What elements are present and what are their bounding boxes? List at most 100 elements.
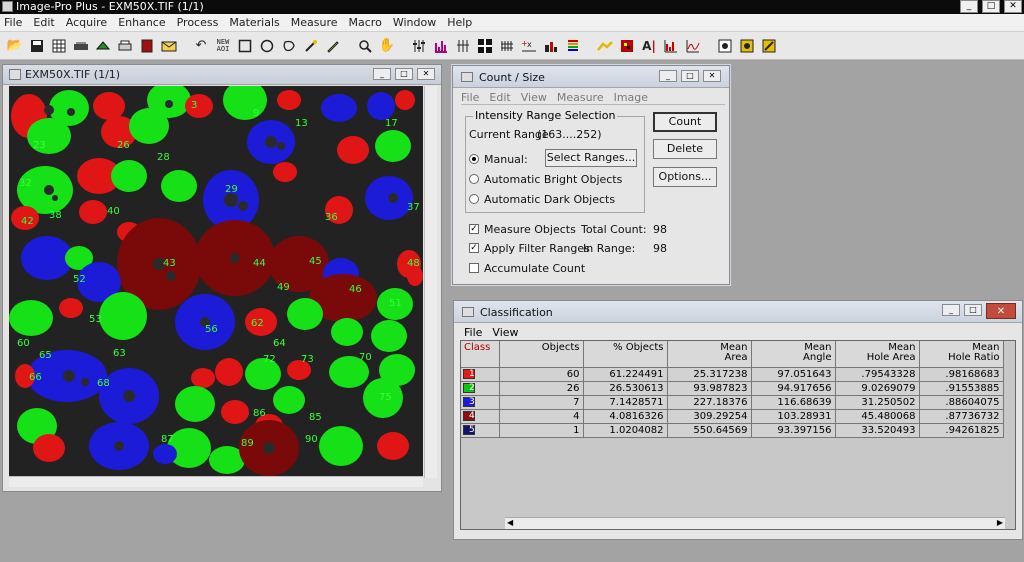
table-cell[interactable]: .94261825 xyxy=(919,423,1004,438)
color-icon[interactable] xyxy=(542,37,560,55)
table-cell[interactable]: .79543328 xyxy=(835,367,920,382)
class-cell[interactable]: 1 xyxy=(461,367,500,382)
class-cell[interactable]: 2 xyxy=(461,381,500,396)
menu-materials[interactable]: Materials xyxy=(229,16,279,29)
header-objects[interactable]: Objects xyxy=(499,341,584,368)
table-cell[interactable]: 7 xyxy=(499,395,584,410)
undo-icon[interactable]: ↶ xyxy=(192,37,210,55)
select-ranges-button[interactable]: Select Ranges... xyxy=(545,149,637,167)
header-mean-area[interactable]: Mean Area xyxy=(667,341,752,368)
classification-table[interactable]: Class Objects % Objects Mean Area Mean A… xyxy=(460,340,1016,530)
table-cell[interactable]: 31.250502 xyxy=(835,395,920,410)
menu-window[interactable]: Window xyxy=(393,16,436,29)
classification-close-button[interactable]: ✕ xyxy=(986,303,1016,319)
table-cell[interactable]: 93.987823 xyxy=(667,381,752,396)
close-button[interactable]: ✕ xyxy=(1004,0,1022,13)
table-cell[interactable]: 7.1428571 xyxy=(583,395,668,410)
rectangle-icon[interactable] xyxy=(236,37,254,55)
classification-horizontal-scrollbar[interactable]: ◀ ▶ xyxy=(505,517,1005,529)
cross-icon[interactable] xyxy=(498,37,516,55)
count-minimize-button[interactable]: _ xyxy=(659,70,677,82)
table-row[interactable]: 5 1 1.0204082 550.64569 93.397156 33.520493.9… xyxy=(461,423,1004,438)
scroll-left-arrow[interactable]: ◀ xyxy=(507,518,513,527)
minimize-button[interactable]: _ xyxy=(960,0,978,13)
table-cell[interactable]: .91553885 xyxy=(919,381,1004,396)
grid-snap-icon[interactable] xyxy=(476,37,494,55)
scanner-icon[interactable] xyxy=(72,37,90,55)
maximize-button[interactable]: □ xyxy=(982,0,1000,13)
bars-icon[interactable] xyxy=(564,37,582,55)
table-cell[interactable]: 26 xyxy=(499,381,584,396)
open-icon[interactable]: 📂 xyxy=(6,37,24,55)
count-icon[interactable] xyxy=(454,37,472,55)
text-icon[interactable]: A| xyxy=(640,37,658,55)
save-icon[interactable] xyxy=(28,37,46,55)
menu-enhance[interactable]: Enhance xyxy=(118,16,165,29)
table-cell[interactable]: 97.051643 xyxy=(751,367,836,382)
table-cell[interactable]: 93.397156 xyxy=(751,423,836,438)
zoom-icon[interactable] xyxy=(356,37,374,55)
table-cell[interactable]: 9.0269079 xyxy=(835,381,920,396)
image-window-titlebar[interactable]: EXM50X.TIF (1/1) _ □ ✕ xyxy=(3,65,441,85)
menu-process[interactable]: Process xyxy=(177,16,219,29)
pen-icon[interactable] xyxy=(324,37,342,55)
histogram-icon[interactable] xyxy=(432,37,450,55)
hand-icon[interactable]: ✋ xyxy=(378,37,396,55)
wave-icon[interactable] xyxy=(684,37,702,55)
magic-wand-icon[interactable] xyxy=(302,37,320,55)
header-mean-hole-ratio[interactable]: Mean Hole Ratio xyxy=(919,341,1004,368)
profile-icon[interactable]: + x xyxy=(520,37,538,55)
macro2-icon[interactable] xyxy=(738,37,756,55)
table-cell[interactable]: 309.29254 xyxy=(667,409,752,424)
table-cell[interactable]: 45.480068 xyxy=(835,409,920,424)
table-cell[interactable]: 227.18376 xyxy=(667,395,752,410)
header-mean-angle[interactable]: Mean Angle xyxy=(751,341,836,368)
table-row[interactable]: 2 26 26.530613 93.987823 94.917656 9.0269079.… xyxy=(461,381,1004,396)
scroll-right-arrow[interactable]: ▶ xyxy=(997,518,1003,527)
irregular-icon[interactable] xyxy=(280,37,298,55)
mail-icon[interactable] xyxy=(160,37,178,55)
dark-objects-radio[interactable] xyxy=(469,194,479,204)
macro1-icon[interactable] xyxy=(716,37,734,55)
table-cell[interactable]: 550.64569 xyxy=(667,423,752,438)
image-minimize-button[interactable]: _ xyxy=(373,68,391,80)
accumulate-count-checkbox[interactable] xyxy=(469,263,479,273)
count-menu-view[interactable]: View xyxy=(521,91,547,104)
header-class[interactable]: Class xyxy=(461,341,500,368)
macro3-icon[interactable] xyxy=(760,37,778,55)
bright-objects-radio[interactable] xyxy=(469,174,479,184)
new-aoi-icon[interactable]: NEW AOI xyxy=(214,37,232,55)
manual-radio[interactable] xyxy=(469,154,479,164)
print-icon[interactable] xyxy=(116,37,134,55)
image-maximize-button[interactable]: □ xyxy=(395,68,413,80)
class-cell[interactable]: 3 xyxy=(461,395,500,410)
measure-objects-checkbox[interactable]: ✓ xyxy=(469,224,479,234)
table-cell[interactable]: 4.0816326 xyxy=(583,409,668,424)
menu-macro[interactable]: Macro xyxy=(349,16,382,29)
menu-edit[interactable]: Edit xyxy=(33,16,54,29)
table-cell[interactable]: 94.917656 xyxy=(751,381,836,396)
book-icon[interactable] xyxy=(138,37,156,55)
classification-menu-file[interactable]: File xyxy=(464,326,482,339)
table-cell[interactable]: 116.68639 xyxy=(751,395,836,410)
menu-help[interactable]: Help xyxy=(447,16,472,29)
chart-icon[interactable] xyxy=(662,37,680,55)
table-cell[interactable]: .98168683 xyxy=(919,367,1004,382)
count-maximize-button[interactable]: □ xyxy=(681,70,699,82)
table-cell[interactable]: 61.224491 xyxy=(583,367,668,382)
options-button[interactable]: Options... xyxy=(653,167,717,187)
menu-measure[interactable]: Measure xyxy=(291,16,338,29)
table-cell[interactable]: .88604075 xyxy=(919,395,1004,410)
count-menu-edit[interactable]: Edit xyxy=(489,91,510,104)
count-menu-image[interactable]: Image xyxy=(614,91,648,104)
count-size-titlebar[interactable]: Count / Size _ □ ✕ xyxy=(453,66,729,88)
header-mean-hole-area[interactable]: Mean Hole Area xyxy=(835,341,920,368)
grid-icon[interactable] xyxy=(50,37,68,55)
delete-button[interactable]: Delete xyxy=(653,139,717,159)
table-row[interactable]: 1 60 61.224491 25.317238 97.051643.79543328.… xyxy=(461,367,1004,382)
table-cell[interactable]: 33.520493 xyxy=(835,423,920,438)
measure-icon[interactable] xyxy=(596,37,614,55)
table-cell[interactable]: 60 xyxy=(499,367,584,382)
image-vertical-scrollbar[interactable] xyxy=(424,86,437,478)
classification-menu-view[interactable]: View xyxy=(492,326,518,339)
